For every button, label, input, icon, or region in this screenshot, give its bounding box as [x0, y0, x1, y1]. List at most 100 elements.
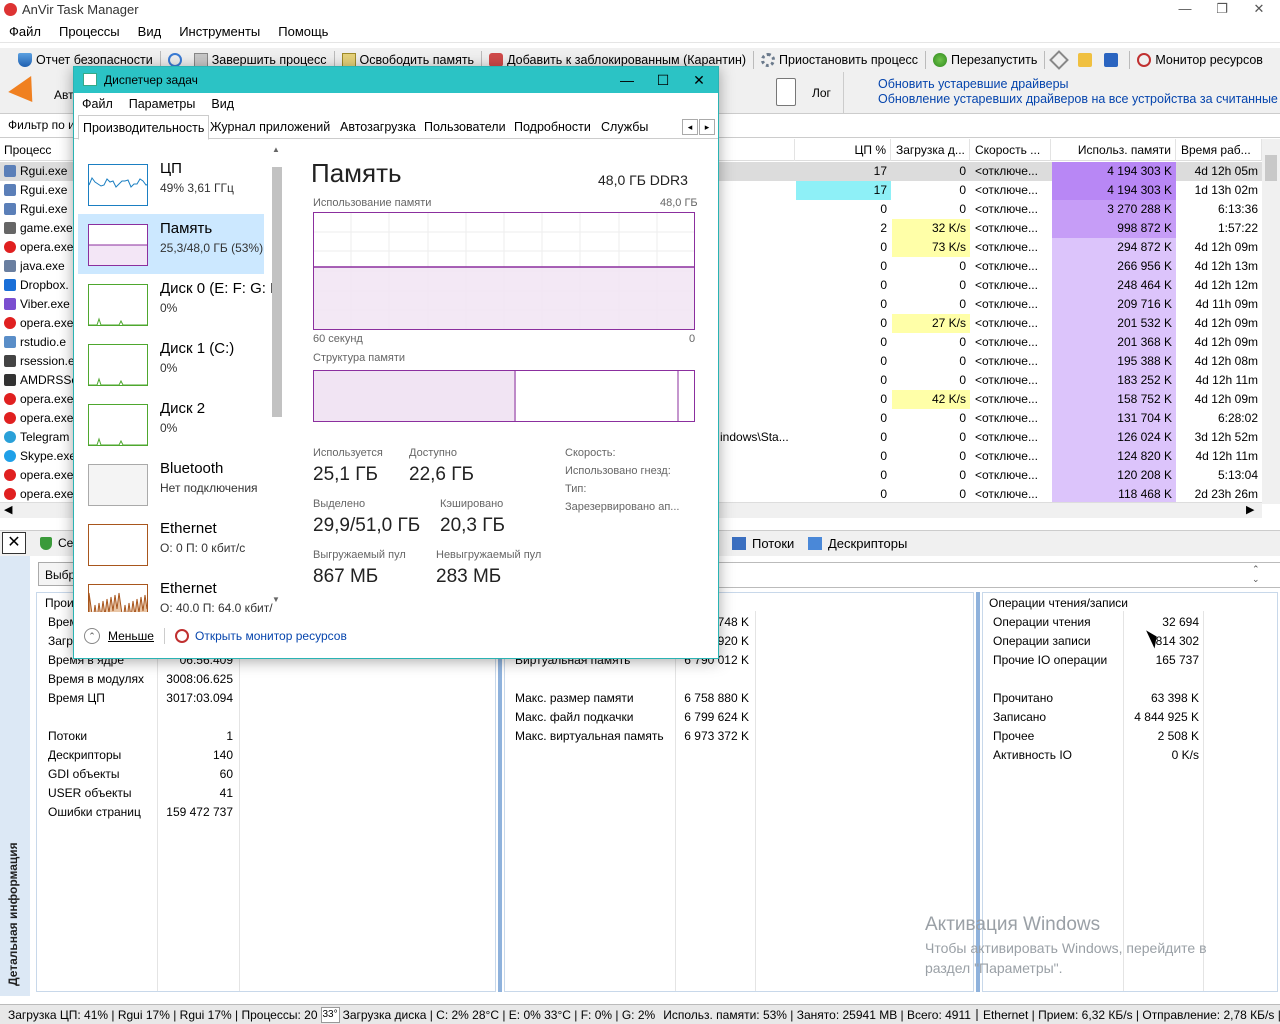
resource-item[interactable]: Диск 0 (E: F: G: H 0%	[78, 274, 281, 334]
scroll-thumb[interactable]	[272, 167, 282, 417]
tm-minimize-button[interactable]: —	[608, 67, 646, 93]
cell-speed: <отключе...	[975, 373, 1038, 387]
scroll-up-icon[interactable]: ▲	[272, 145, 280, 154]
tab-details[interactable]: Подробности	[510, 115, 595, 139]
info-key: Записано	[993, 710, 1047, 724]
scroll-right-icon[interactable]: ▶	[1246, 503, 1254, 516]
path-field-spin-icon[interactable]: ⌃ ⌄	[1252, 564, 1260, 584]
restart-button[interactable]: Перезапустить	[929, 48, 1041, 72]
tab-startup[interactable]: Автозагрузка	[336, 115, 420, 139]
open-resource-monitor-link[interactable]: Открыть монитор ресурсов	[195, 629, 347, 643]
cell-mem: 158 752 K	[1052, 390, 1176, 409]
tab-scroll-right-icon[interactable]: ▸	[699, 119, 715, 135]
resource-subtitle: 0%	[160, 421, 178, 435]
update-all-drivers-link[interactable]: Обновление устаревших драйверов на все у…	[878, 92, 1278, 106]
update-drivers-link[interactable]: Обновить устаревшие драйверы	[878, 77, 1069, 91]
resource-item[interactable]: Ethernet О: 40,0 П: 64,0 кбит/	[78, 574, 273, 612]
cell-speed: <отключе...	[975, 316, 1038, 330]
resource-monitor-button[interactable]: Монитор ресурсов	[1133, 48, 1267, 72]
menu-file[interactable]: Файл	[0, 21, 50, 43]
task-manager-title-bar: Диспетчер задач — ☐ ✕	[74, 67, 718, 93]
scroll-down-icon[interactable]: ▼	[272, 595, 280, 604]
info-value: 140	[212, 748, 233, 762]
resource-item[interactable]: Память 25,3/48,0 ГБ (53%)	[78, 214, 264, 274]
cell-speed: <отключе...	[975, 392, 1038, 406]
cell-time: 6:13:36	[1217, 202, 1258, 216]
cell-disk: 0	[959, 354, 966, 368]
close-details-button[interactable]: ✕	[2, 532, 26, 554]
menu-help[interactable]: Помощь	[269, 21, 337, 43]
cell-disk: 0	[959, 202, 966, 216]
tm-menu-options[interactable]: Параметры	[121, 93, 204, 115]
col-speed[interactable]: Скорость ...	[971, 139, 1051, 161]
col-uptime[interactable]: Время раб...	[1177, 139, 1262, 161]
info-value: 4 844 925 K	[1134, 710, 1199, 724]
tab-scroll-left-icon[interactable]: ◂	[682, 119, 698, 135]
tab-app-history[interactable]: Журнал приложений	[206, 115, 334, 139]
tab-users[interactable]: Пользователи	[420, 115, 510, 139]
col-memory[interactable]: Использ. памяти	[1052, 139, 1176, 161]
opera-icon	[4, 466, 18, 485]
resource-item[interactable]: Диск 2 0%	[78, 394, 264, 454]
info-key: GDI объекты	[48, 767, 120, 781]
minimize-button[interactable]: —	[1170, 0, 1200, 20]
info-value: 159 472 737	[166, 805, 233, 819]
resource-subtitle: 49% 3,61 ГГц	[160, 181, 234, 195]
maximize-button[interactable]: ❐	[1207, 0, 1237, 20]
task-manager-title: Диспетчер задач	[104, 73, 198, 87]
cached-value: 20,3 ГБ	[440, 515, 506, 536]
col-cpu[interactable]: ЦП %	[796, 139, 891, 161]
memory-status[interactable]: Использ. памяти: 53% | Занято: 25941 MB …	[663, 1005, 971, 1024]
opera-icon	[4, 314, 18, 333]
menu-view[interactable]: Вид	[129, 21, 171, 43]
resource-item[interactable]: Диск 1 (C:) 0%	[78, 334, 264, 394]
collapse-icon[interactable]: ⌃	[84, 628, 100, 644]
close-button[interactable]: ✕	[1244, 0, 1274, 20]
slots-label: Использовано гнезд:	[565, 465, 671, 477]
tm-menu-view[interactable]: Вид	[203, 93, 242, 115]
activation-watermark-text: Чтобы активировать Windows, перейдите в …	[925, 940, 1207, 976]
cell-cpu: 0	[880, 202, 887, 216]
process-name: rsession.e	[20, 354, 75, 368]
log-button[interactable]: Лог	[812, 86, 831, 100]
resource-item[interactable]: Ethernet О: 0 П: 0 кбит/с	[78, 514, 264, 574]
tab-services[interactable]: Службы	[597, 115, 652, 139]
disk-status[interactable]: Загрузка диска | C: 2% 28°C | E: 0% 33°C…	[343, 1005, 656, 1024]
filter-label[interactable]: Фильтр по и	[8, 118, 75, 132]
details-side-strip: Детальная информация	[0, 556, 30, 996]
scroll-left-icon[interactable]: ◀	[4, 503, 12, 516]
process-path	[716, 257, 796, 276]
cell-mem: 998 872 K	[1052, 219, 1176, 238]
fewer-details-link[interactable]: Меньше	[108, 629, 154, 643]
tm-maximize-button[interactable]: ☐	[644, 67, 682, 93]
tab-services[interactable]: Се	[40, 536, 73, 550]
run-button[interactable]	[1100, 48, 1126, 72]
resource-item[interactable]: ЦП 49% 3,61 ГГц	[78, 154, 264, 214]
network-status[interactable]: Ethernet | Прием: 6,32 КБ/s | Отправлени…	[983, 1005, 1280, 1024]
rgui-icon	[4, 162, 18, 181]
grid-vertical-scrollbar[interactable]	[1262, 139, 1280, 504]
menu-tools[interactable]: Инструменты	[170, 21, 269, 43]
resource-list-scrollbar[interactable]: ▲ ▼	[270, 145, 286, 611]
resource-item[interactable]: Bluetooth Нет подключения	[78, 454, 264, 514]
cpu-status[interactable]: Загрузка ЦП: 41% | Rgui 17% | Rgui 17% |…	[8, 1005, 318, 1024]
folder-button[interactable]	[1074, 48, 1100, 72]
opera-icon	[4, 390, 18, 409]
suspend-process-button[interactable]: Приостановить процесс	[757, 48, 922, 72]
tab-threads[interactable]: Потоки	[732, 536, 794, 551]
col-disk[interactable]: Загрузка д...	[892, 139, 970, 161]
scroll-thumb[interactable]	[1265, 155, 1277, 181]
path-field[interactable]	[718, 562, 1280, 588]
tab-performance[interactable]: Производительность	[78, 115, 210, 140]
tab-handles[interactable]: Дескрипторы	[808, 536, 907, 551]
info-value: 6 973 372 K	[684, 729, 749, 743]
memory-usage-graph	[313, 212, 695, 330]
tm-menu-file[interactable]: Файл	[74, 93, 121, 115]
task-manager-window: Диспетчер задач — ☐ ✕ Файл Параметры Вид…	[73, 66, 719, 659]
cell-disk: 0	[959, 430, 966, 444]
menu-processes[interactable]: Процессы	[50, 21, 129, 43]
tools-button[interactable]	[1048, 48, 1074, 72]
cell-mem: 120 208 K	[1052, 466, 1176, 485]
autostart-button[interactable]: Авт	[8, 75, 74, 111]
tm-close-button[interactable]: ✕	[680, 67, 718, 93]
